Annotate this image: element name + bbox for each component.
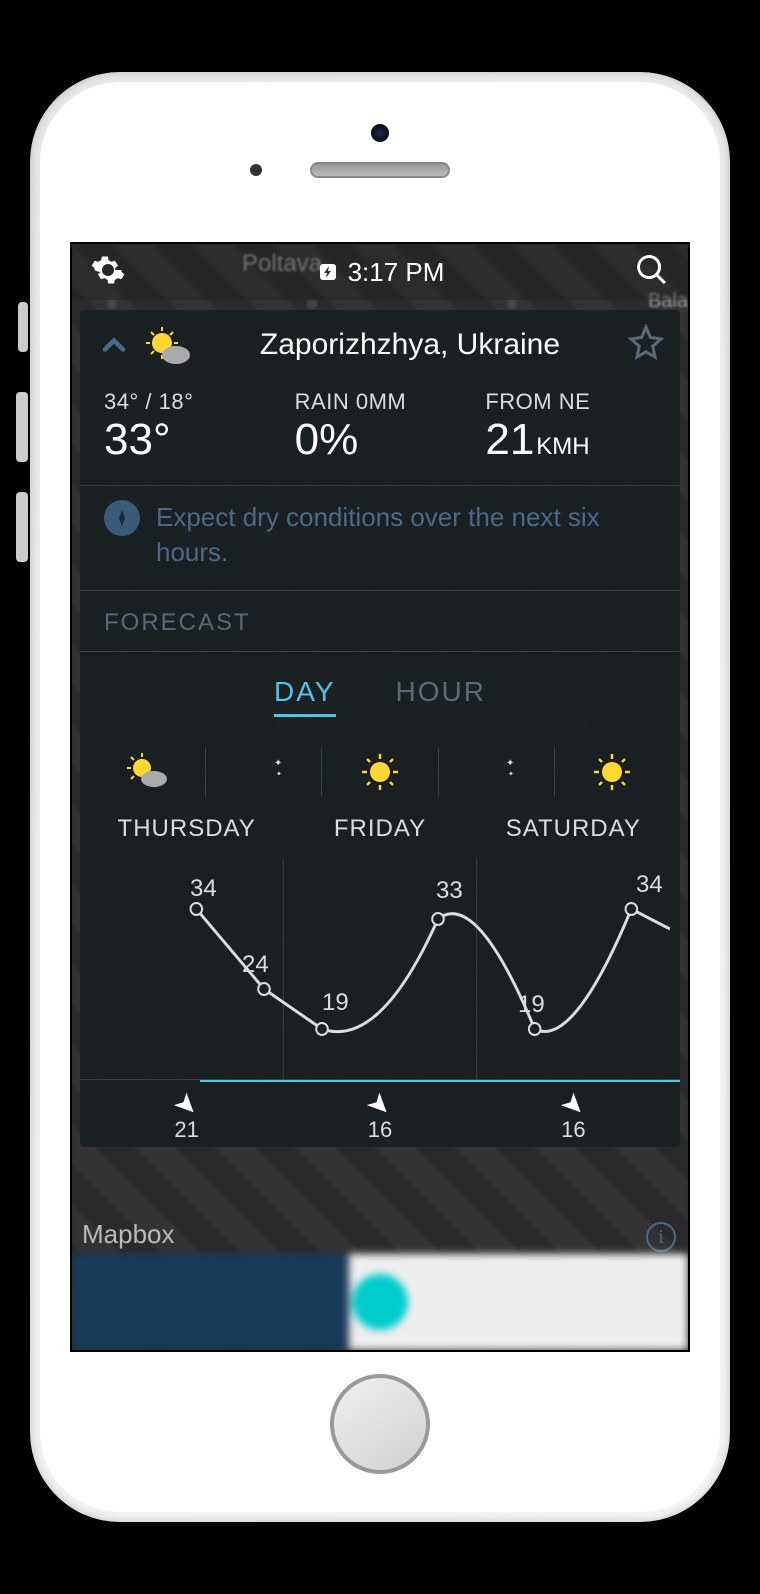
svg-text:✦: ✦: [276, 770, 282, 778]
map-attribution: Mapbox: [82, 1219, 175, 1250]
info-button[interactable]: i: [646, 1222, 676, 1252]
gear-icon: [90, 252, 126, 288]
day-label: FRIDAY: [283, 815, 476, 843]
home-button[interactable]: [330, 1374, 430, 1474]
phone-frame: Poltava Bala 3:17 PM: [30, 72, 730, 1522]
day-label: SATURDAY: [477, 815, 670, 843]
partly-cloudy-icon: [90, 747, 205, 797]
clock-time: 3:17 PM: [348, 257, 445, 288]
volume-up-button: [16, 392, 28, 462]
settings-button[interactable]: [90, 252, 126, 293]
proximity-sensor: [250, 164, 262, 176]
rain-value: 0%: [295, 415, 466, 465]
screen: Poltava Bala 3:17 PM: [70, 242, 690, 1352]
forecast-message: Expect dry conditions over the next six …: [80, 485, 680, 591]
mute-switch: [18, 302, 28, 352]
status-bar: 3:17 PM: [72, 244, 688, 300]
temperature-chart[interactable]: 34 24 19 33 19 34: [90, 859, 670, 1079]
temp-point-label: 19: [322, 989, 349, 1017]
compass-icon: [104, 500, 140, 536]
rain-label: RAIN 0MM: [295, 389, 466, 415]
bolt-icon: [316, 260, 340, 284]
card-header: Zaporizhzhya, Ukraine: [80, 310, 680, 379]
wind-speed: 16: [283, 1117, 476, 1143]
forecast-icons-row: ✦✦ ✦✦: [80, 727, 680, 797]
wind-strip: ➤ 21 ➤ 16 ➤ 16: [80, 1079, 680, 1147]
sunny-icon: [555, 747, 670, 797]
wind-block: FROM NE 21KMH: [485, 389, 656, 465]
forecast-days-row: THURSDAY FRIDAY SATURDAY: [80, 797, 680, 843]
ad-app-icon: [352, 1274, 408, 1330]
message-text: Expect dry conditions over the next six …: [156, 500, 656, 570]
temp-point-label: 19: [518, 991, 545, 1019]
wind-col: ➤ 16: [283, 1088, 476, 1143]
sunny-icon: [322, 747, 437, 797]
temp-point-label: 34: [190, 875, 217, 903]
day-label: THURSDAY: [90, 815, 283, 843]
temp-point-label: 34: [636, 871, 663, 899]
temp-hi-lo: 34° / 18°: [104, 389, 275, 415]
stats-row: 34° / 18° 33° RAIN 0MM 0% FROM NE 21KMH: [80, 379, 680, 485]
volume-down-button: [16, 492, 28, 562]
collapse-button[interactable]: [96, 327, 132, 363]
favorite-button[interactable]: [628, 324, 664, 365]
wind-label: FROM NE: [485, 389, 656, 415]
rain-block: RAIN 0MM 0%: [295, 389, 466, 465]
svg-text:✦: ✦: [506, 758, 514, 769]
search-icon: [634, 252, 670, 288]
wind-col: ➤ 16: [477, 1088, 670, 1143]
wind-col: ➤ 21: [90, 1088, 283, 1143]
ad-banner[interactable]: [72, 1254, 688, 1350]
temp-point-label: 24: [242, 951, 269, 979]
temp-current: 33°: [104, 415, 275, 465]
wind-value: 21KMH: [485, 415, 656, 465]
front-camera: [371, 124, 389, 142]
temperature-block: 34° / 18° 33°: [104, 389, 275, 465]
earpiece-speaker: [310, 162, 450, 178]
clear-night-icon: ✦✦: [439, 747, 554, 797]
star-icon: [628, 324, 664, 360]
temp-point-label: 33: [436, 877, 463, 905]
weather-card: Zaporizhzhya, Ukraine 34° / 18° 33° RAIN…: [80, 310, 680, 1147]
search-button[interactable]: [634, 252, 670, 293]
svg-text:✦: ✦: [274, 758, 282, 769]
location-title: Zaporizhzhya, Ukraine: [204, 328, 616, 362]
svg-text:✦: ✦: [508, 770, 514, 778]
tab-hour[interactable]: HOUR: [396, 676, 486, 717]
forecast-section-label: FORECAST: [80, 591, 680, 652]
tab-day[interactable]: DAY: [274, 676, 336, 717]
partly-cloudy-icon: [144, 325, 192, 365]
clear-night-icon: ✦✦: [206, 747, 321, 797]
forecast-tabs: DAY HOUR: [80, 652, 680, 727]
